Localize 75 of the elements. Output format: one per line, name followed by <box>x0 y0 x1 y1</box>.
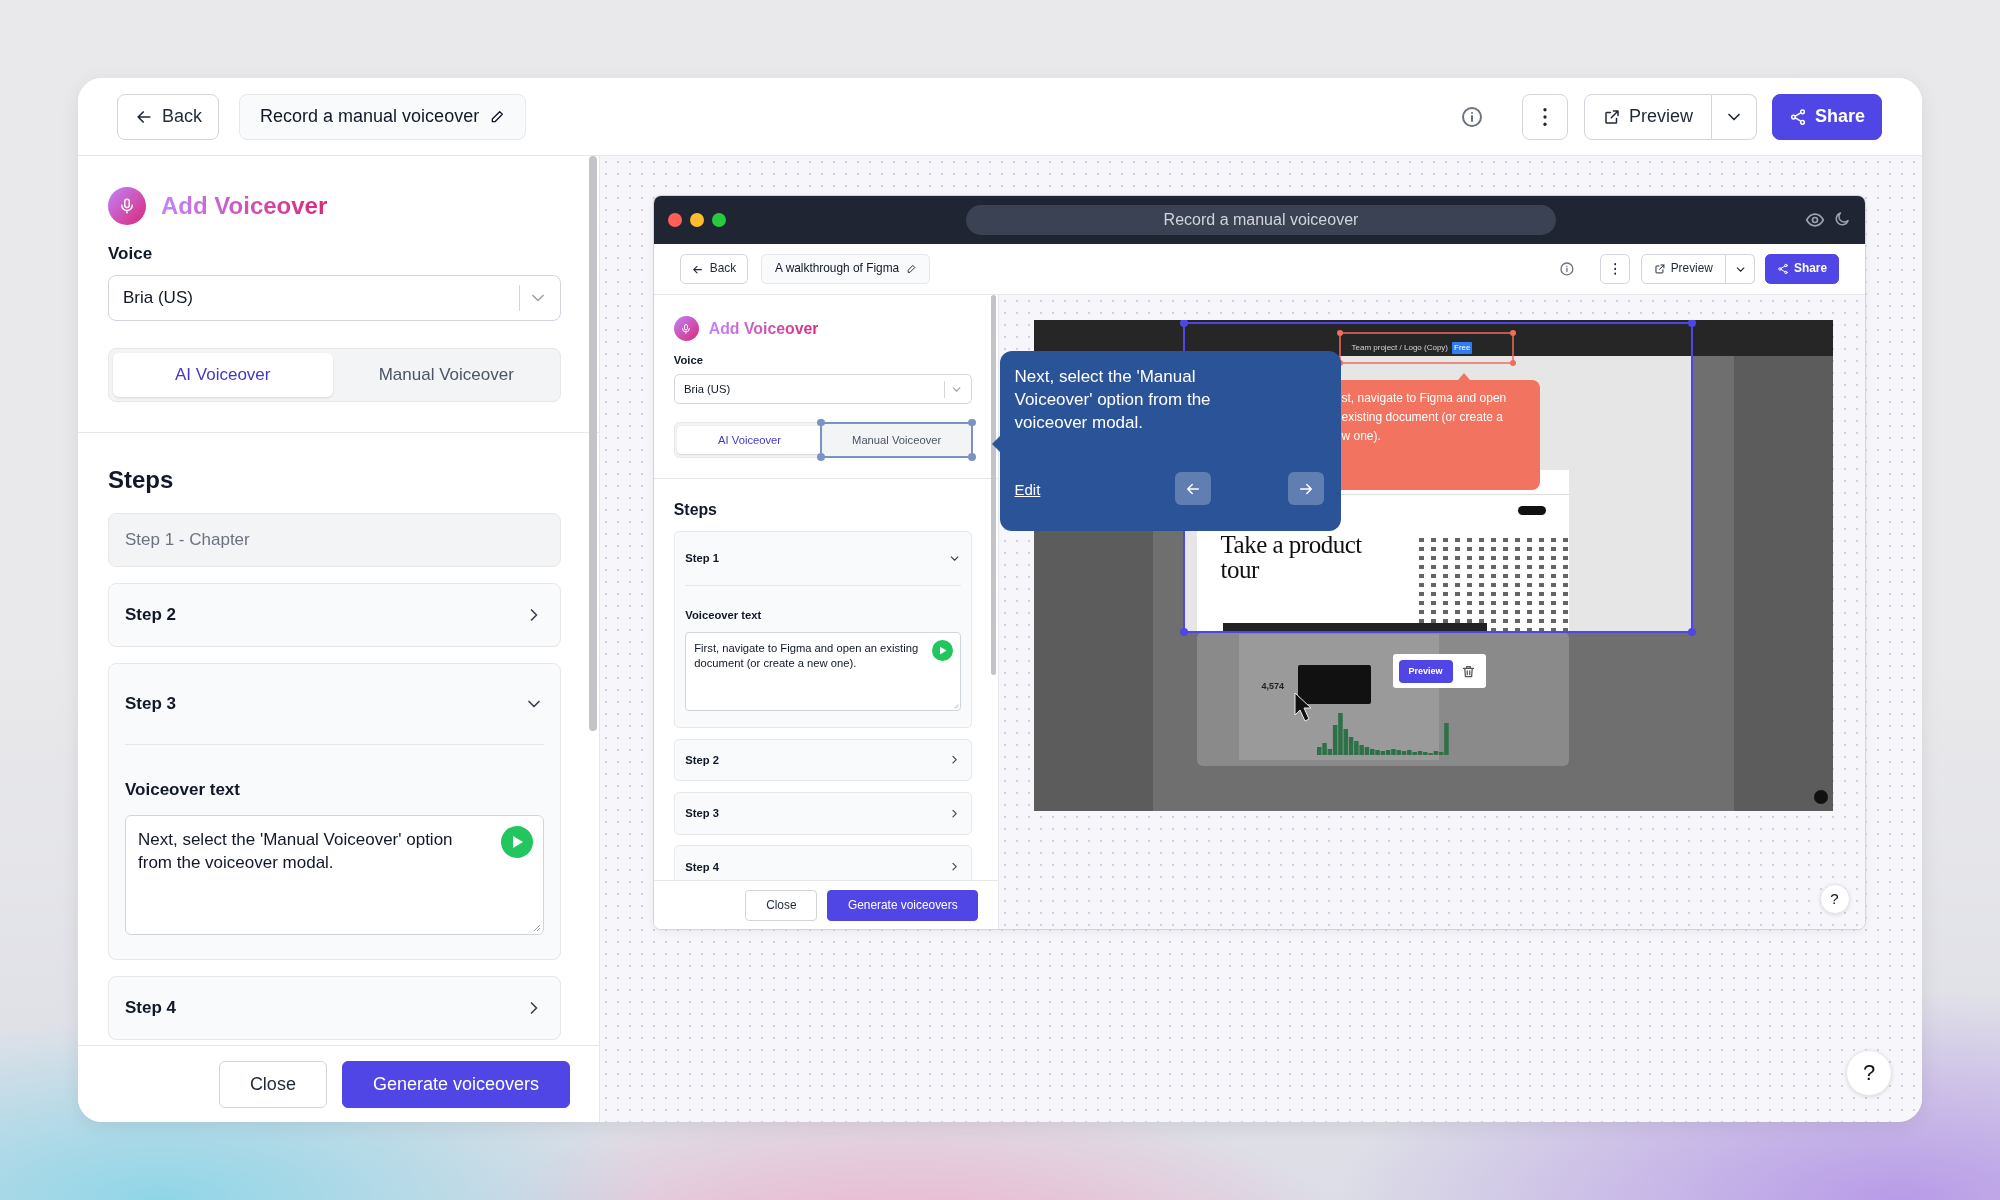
step-header[interactable]: Step 3 <box>674 793 972 834</box>
share-button[interactable]: Share <box>1765 254 1839 285</box>
section-heading: Steps <box>673 499 718 520</box>
info-icon <box>1558 261 1575 278</box>
preview-button[interactable]: Preview <box>1583 93 1712 140</box>
more-button[interactable] <box>1599 254 1631 285</box>
more-button[interactable] <box>1521 93 1568 140</box>
play-button[interactable] <box>932 639 954 661</box>
step-header[interactable]: Step 4 <box>674 846 972 880</box>
voiceover-text-field[interactable]: First, navigate to Figma and open an existing document (or create a new one). <box>685 632 961 712</box>
pencil-icon <box>489 108 506 125</box>
close-button[interactable]: Close <box>218 1060 327 1108</box>
tooltip-text: Next, select the 'Manual Voiceover' option from the voiceover modal. <box>1014 366 1212 435</box>
field-label: Voice <box>673 352 704 368</box>
help-button[interactable]: ? <box>1819 884 1850 915</box>
step-header[interactable]: Step 3 <box>109 664 560 744</box>
microphone-icon <box>108 187 146 225</box>
close-button[interactable]: Close <box>745 889 818 921</box>
previous-button[interactable] <box>1174 472 1211 506</box>
callout-text: st, navigate to Figma and open <box>1341 390 1508 408</box>
mode-tab[interactable]: AI Voiceover <box>113 353 333 397</box>
resize-grip-icon <box>532 923 541 932</box>
tour-title[interactable]: Record a manual voiceover <box>239 93 527 140</box>
edit-link[interactable]: Edit <box>1014 479 1041 502</box>
generate-button[interactable]: Generate voiceovers <box>341 1060 570 1108</box>
voice-select[interactable]: Bria (US) <box>673 374 973 405</box>
step-header[interactable]: Step 2 <box>109 584 560 646</box>
back-button[interactable]: Back <box>117 93 220 140</box>
step-header[interactable]: Step 4 <box>109 977 560 1039</box>
page-headline: Take a product tour <box>1220 532 1363 583</box>
play-icon <box>510 835 524 849</box>
close-dot-icon[interactable] <box>668 213 682 227</box>
minimize-dot-icon[interactable] <box>690 213 704 227</box>
maximize-dot-icon[interactable] <box>712 213 726 227</box>
window-title: Record a manual voiceover <box>966 205 1556 235</box>
play-button[interactable] <box>501 826 533 858</box>
back-button[interactable]: Back <box>679 254 748 285</box>
voiceover-text-field[interactable]: Next, select the 'Manual Voiceover' option from the voiceover modal. <box>125 815 544 935</box>
step-header[interactable]: Step 2 <box>674 739 972 781</box>
share-icon <box>1788 107 1807 126</box>
eye-icon <box>1805 210 1825 230</box>
section-heading: Steps <box>108 465 175 495</box>
callout-text: w one). <box>1341 428 1382 446</box>
kebab-icon <box>1613 263 1617 276</box>
mode-tab[interactable]: AI Voiceover <box>677 425 822 455</box>
share-button[interactable]: Share <box>1771 93 1882 140</box>
chapter-item[interactable]: Step 1 - Chapter <box>108 513 561 567</box>
step-header[interactable]: Step 1 <box>674 532 972 586</box>
moon-icon <box>1833 210 1851 228</box>
voice-select[interactable]: Bria (US) <box>108 275 561 321</box>
external-icon <box>1602 107 1621 126</box>
callout-text: existing document (or create a <box>1341 409 1504 427</box>
play-icon <box>938 645 948 655</box>
preview-dropdown[interactable] <box>1725 254 1756 285</box>
microphone-icon <box>673 315 699 341</box>
preview-button[interactable]: Preview <box>1640 254 1726 285</box>
help-button[interactable]: ? <box>1846 1050 1892 1096</box>
scrollbar-thumb[interactable] <box>589 156 597 731</box>
trash-icon <box>1460 663 1476 679</box>
project-path: Team project / Logo (Copy) <box>1351 342 1448 355</box>
field-label: Voiceover text <box>685 608 763 623</box>
mode-tab[interactable]: Manual Voiceover <box>824 425 969 455</box>
info-icon <box>1459 104 1484 129</box>
plan-badge: Free <box>1452 342 1473 355</box>
tour-title[interactable]: A walkthrough of Figma <box>760 254 931 285</box>
generate-button[interactable]: Generate voiceovers <box>827 889 979 921</box>
preview-dropdown[interactable] <box>1711 93 1757 140</box>
mode-tab[interactable]: Manual Voiceover <box>336 353 556 397</box>
scrollbar-thumb[interactable] <box>990 295 997 675</box>
kebab-icon <box>1542 107 1547 126</box>
preview-button[interactable]: Preview <box>1398 659 1453 683</box>
next-button[interactable] <box>1287 472 1324 506</box>
field-label: Voice <box>108 243 154 265</box>
stats-value: 4,574 <box>1261 680 1285 694</box>
field-label: Voiceover text <box>125 779 241 801</box>
